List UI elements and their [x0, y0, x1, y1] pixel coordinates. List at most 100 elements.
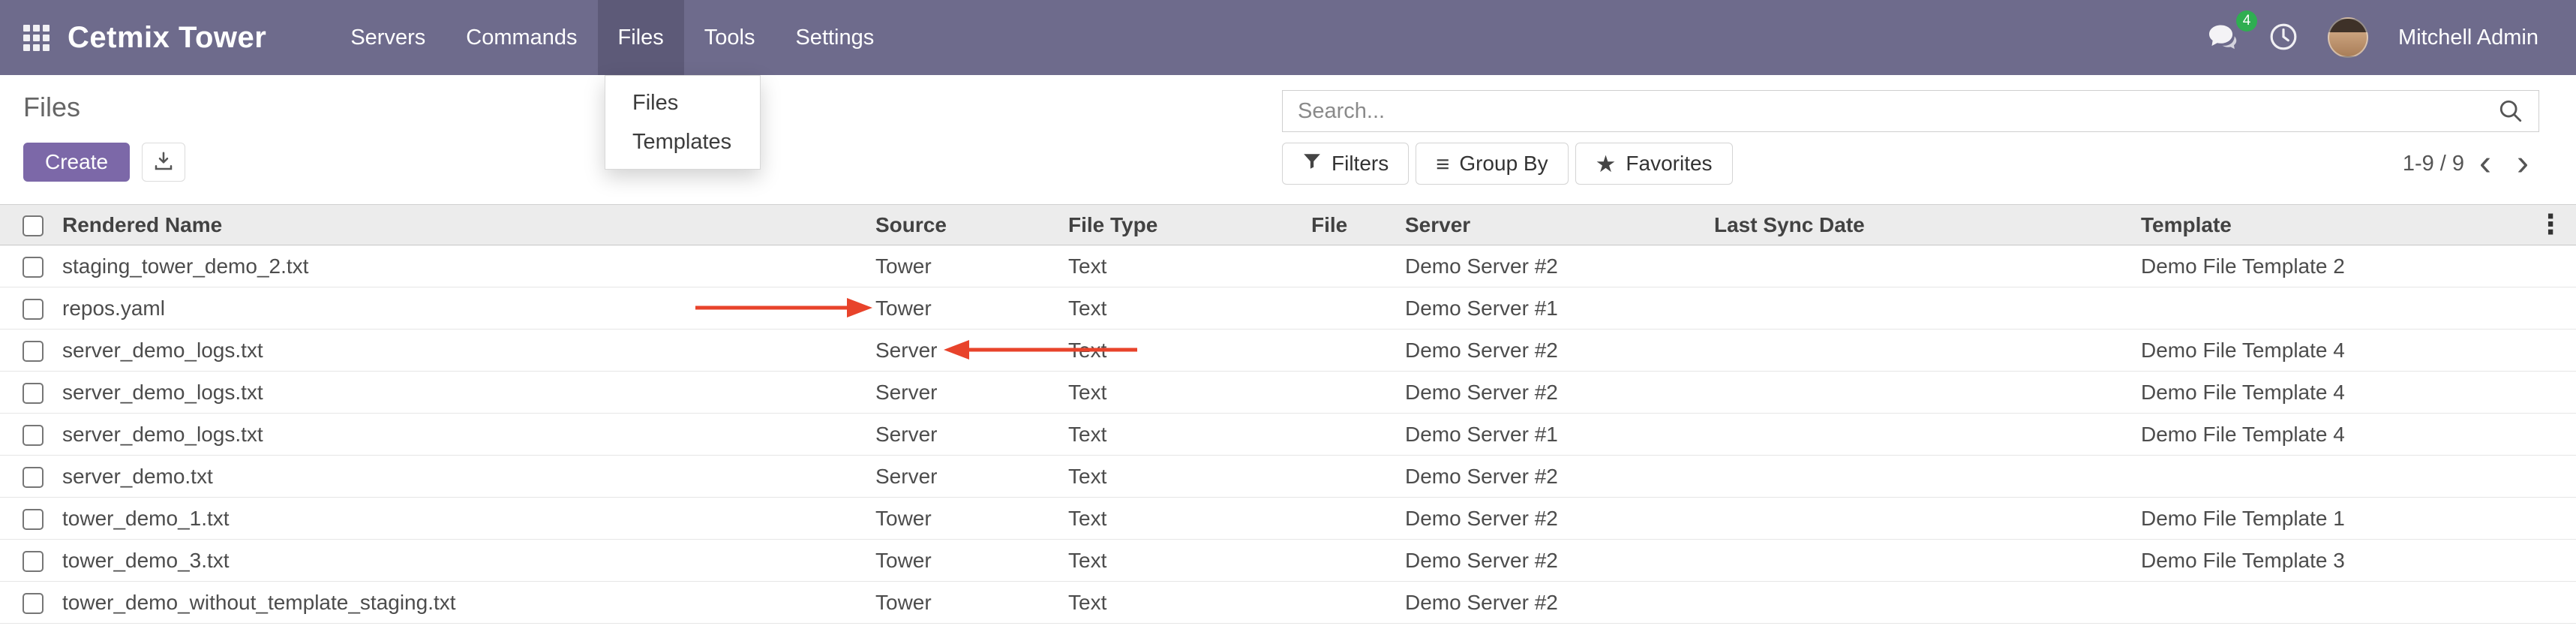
- cell-source[interactable]: Tower: [875, 245, 1068, 287]
- search-input[interactable]: [1283, 99, 2498, 124]
- cell-rendered-name[interactable]: staging_tower_demo_2.txt: [62, 245, 875, 287]
- cell-rendered-name[interactable]: server_demo.txt: [62, 456, 875, 498]
- cell-file-type[interactable]: Text: [1068, 372, 1311, 414]
- cell-server[interactable]: Demo Server #2: [1405, 456, 1714, 498]
- cell-server[interactable]: Demo Server #2: [1405, 372, 1714, 414]
- cell-last-sync-date[interactable]: [1714, 498, 2141, 540]
- cell-server[interactable]: Demo Server #2: [1405, 540, 1714, 582]
- cell-template[interactable]: Demo File Template 2: [2141, 245, 2576, 287]
- row-checkbox[interactable]: [23, 593, 44, 614]
- table-row[interactable]: tower_demo_1.txt Tower Text Demo Server …: [0, 498, 2576, 540]
- cell-template[interactable]: Demo File Template 4: [2141, 414, 2576, 456]
- dropdown-item-templates[interactable]: Templates: [605, 122, 760, 161]
- menu-files[interactable]: Files: [598, 0, 684, 75]
- cell-file[interactable]: [1311, 456, 1405, 498]
- cell-source[interactable]: Tower: [875, 287, 1068, 330]
- menu-settings[interactable]: Settings: [775, 0, 894, 75]
- cell-server[interactable]: Demo Server #1: [1405, 414, 1714, 456]
- column-header-template[interactable]: Template: [2141, 205, 2576, 245]
- cell-file[interactable]: [1311, 330, 1405, 372]
- select-all-checkbox[interactable]: [23, 215, 44, 236]
- row-checkbox[interactable]: [23, 383, 44, 404]
- row-checkbox[interactable]: [23, 341, 44, 362]
- cell-source[interactable]: Tower: [875, 498, 1068, 540]
- favorites-button[interactable]: ★ Favorites: [1575, 143, 1733, 185]
- cell-rendered-name[interactable]: server_demo_logs.txt: [62, 414, 875, 456]
- cell-rendered-name[interactable]: repos.yaml: [62, 287, 875, 330]
- cell-source[interactable]: Server: [875, 330, 1068, 372]
- cell-last-sync-date[interactable]: [1714, 330, 2141, 372]
- cell-template[interactable]: Demo File Template 4: [2141, 372, 2576, 414]
- create-button[interactable]: Create: [23, 143, 130, 182]
- cell-file[interactable]: [1311, 287, 1405, 330]
- table-row[interactable]: tower_demo_without_template_staging.txt …: [0, 582, 2576, 624]
- cell-template[interactable]: [2141, 582, 2576, 624]
- cell-rendered-name[interactable]: server_demo_logs.txt: [62, 330, 875, 372]
- table-row[interactable]: tower_demo_3.txt Tower Text Demo Server …: [0, 540, 2576, 582]
- dropdown-item-files[interactable]: Files: [605, 83, 760, 122]
- cell-rendered-name[interactable]: tower_demo_without_template_staging.txt: [62, 582, 875, 624]
- user-avatar[interactable]: [2328, 17, 2368, 58]
- row-checkbox[interactable]: [23, 467, 44, 488]
- cell-source[interactable]: Server: [875, 414, 1068, 456]
- optional-columns-toggle[interactable]: ⋮: [2537, 204, 2564, 245]
- cell-rendered-name[interactable]: server_demo_logs.txt: [62, 372, 875, 414]
- cell-file-type[interactable]: Text: [1068, 245, 1311, 287]
- cell-source[interactable]: Tower: [875, 582, 1068, 624]
- cell-file[interactable]: [1311, 582, 1405, 624]
- messages-button[interactable]: 4: [2208, 23, 2239, 53]
- cell-server[interactable]: Demo Server #2: [1405, 498, 1714, 540]
- pager-next-button[interactable]: ›: [2506, 146, 2539, 182]
- cell-template[interactable]: Demo File Template 4: [2141, 330, 2576, 372]
- activity-button[interactable]: [2269, 23, 2298, 53]
- row-checkbox[interactable]: [23, 257, 44, 278]
- cell-last-sync-date[interactable]: [1714, 414, 2141, 456]
- cell-file-type[interactable]: Text: [1068, 540, 1311, 582]
- column-header-file-type[interactable]: File Type: [1068, 205, 1311, 245]
- cell-server[interactable]: Demo Server #2: [1405, 330, 1714, 372]
- filters-button[interactable]: Filters: [1282, 143, 1409, 185]
- export-button[interactable]: [142, 143, 185, 182]
- cell-file-type[interactable]: Text: [1068, 582, 1311, 624]
- cell-file-type[interactable]: Text: [1068, 498, 1311, 540]
- table-row[interactable]: server_demo_logs.txt Server Text Demo Se…: [0, 330, 2576, 372]
- cell-file-type[interactable]: Text: [1068, 287, 1311, 330]
- cell-last-sync-date[interactable]: [1714, 582, 2141, 624]
- row-checkbox[interactable]: [23, 425, 44, 446]
- app-brand[interactable]: Cetmix Tower: [68, 0, 289, 75]
- column-header-server[interactable]: Server: [1405, 205, 1714, 245]
- cell-file[interactable]: [1311, 498, 1405, 540]
- row-checkbox[interactable]: [23, 299, 44, 320]
- column-header-source[interactable]: Source: [875, 205, 1068, 245]
- table-row[interactable]: staging_tower_demo_2.txt Tower Text Demo…: [0, 245, 2576, 287]
- group-by-button[interactable]: ≡ Group By: [1416, 143, 1568, 185]
- cell-file-type[interactable]: Text: [1068, 414, 1311, 456]
- table-row[interactable]: server_demo.txt Server Text Demo Server …: [0, 456, 2576, 498]
- cell-source[interactable]: Tower: [875, 540, 1068, 582]
- cell-file[interactable]: [1311, 245, 1405, 287]
- table-row[interactable]: repos.yaml Tower Text Demo Server #1: [0, 287, 2576, 330]
- cell-server[interactable]: Demo Server #2: [1405, 245, 1714, 287]
- cell-last-sync-date[interactable]: [1714, 456, 2141, 498]
- cell-last-sync-date[interactable]: [1714, 245, 2141, 287]
- row-checkbox[interactable]: [23, 509, 44, 530]
- column-header-last-sync-date[interactable]: Last Sync Date: [1714, 205, 2141, 245]
- row-checkbox[interactable]: [23, 551, 44, 572]
- apps-menu-button[interactable]: [0, 0, 68, 75]
- cell-rendered-name[interactable]: tower_demo_1.txt: [62, 498, 875, 540]
- cell-template[interactable]: [2141, 287, 2576, 330]
- search-icon[interactable]: [2498, 98, 2523, 124]
- table-row[interactable]: server_demo_logs.txt Server Text Demo Se…: [0, 414, 2576, 456]
- cell-last-sync-date[interactable]: [1714, 372, 2141, 414]
- user-name[interactable]: Mitchell Admin: [2398, 26, 2538, 50]
- column-header-file[interactable]: File: [1311, 205, 1405, 245]
- cell-file[interactable]: [1311, 372, 1405, 414]
- cell-last-sync-date[interactable]: [1714, 287, 2141, 330]
- menu-commands[interactable]: Commands: [446, 0, 597, 75]
- menu-servers[interactable]: Servers: [330, 0, 446, 75]
- cell-file-type[interactable]: Text: [1068, 456, 1311, 498]
- cell-file[interactable]: [1311, 540, 1405, 582]
- cell-file[interactable]: [1311, 414, 1405, 456]
- pager-previous-button[interactable]: ‹: [2469, 146, 2502, 182]
- cell-last-sync-date[interactable]: [1714, 540, 2141, 582]
